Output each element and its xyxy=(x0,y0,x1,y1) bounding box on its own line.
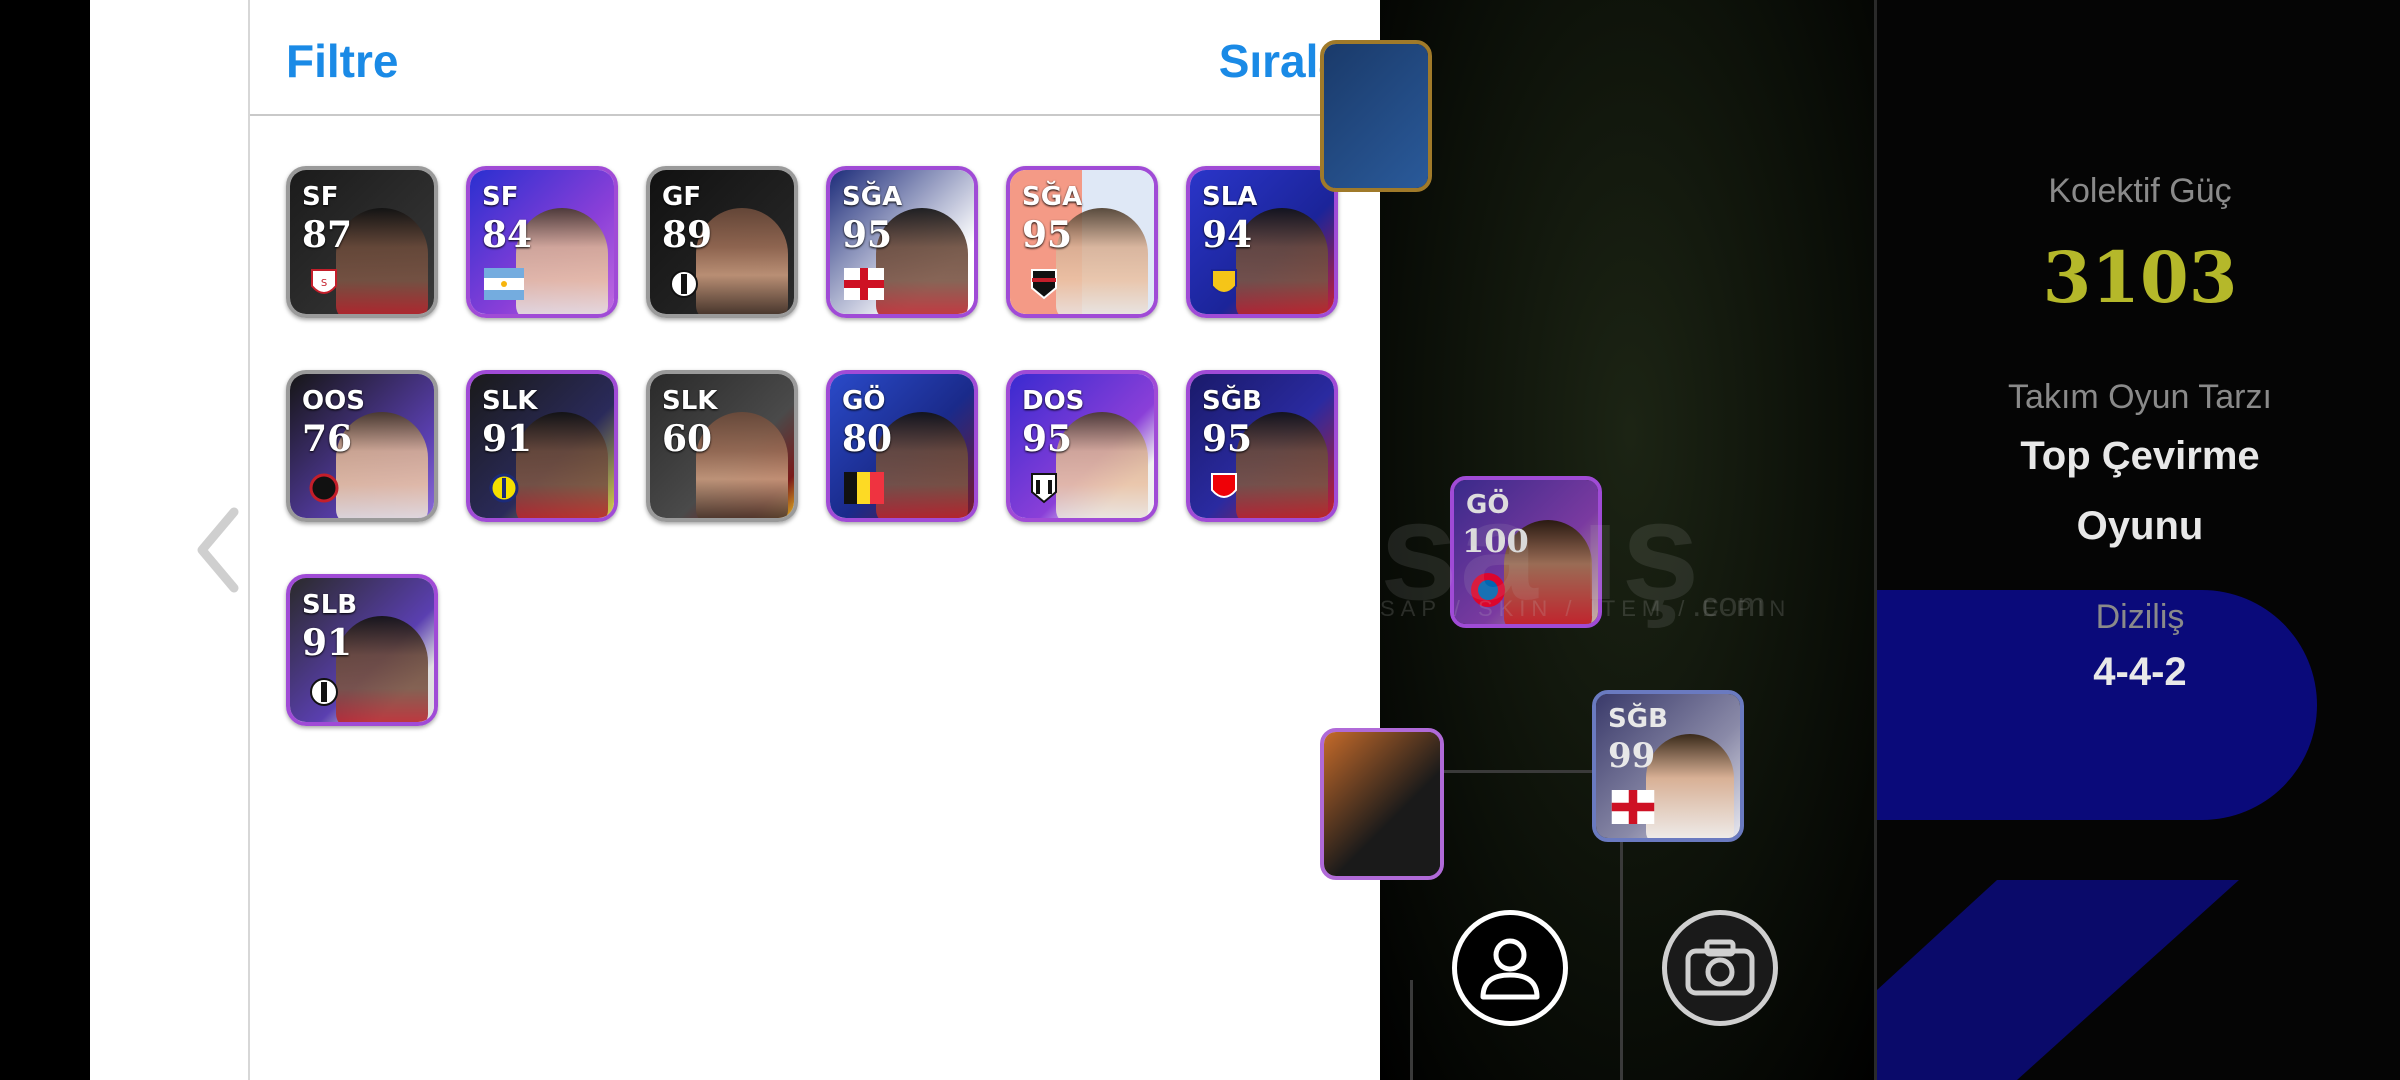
player-position: OOS xyxy=(302,386,365,416)
player-position: SĞA xyxy=(842,182,903,212)
player-position: GÖ xyxy=(842,386,886,416)
camera-icon xyxy=(1685,939,1755,996)
argentina-flag-icon xyxy=(484,268,524,300)
player-card[interactable]: SLK 60 xyxy=(646,370,798,522)
belgium-flag-icon xyxy=(844,472,884,504)
player-card[interactable]: GF 89 xyxy=(646,166,798,318)
player-card[interactable]: SLK 91 xyxy=(466,370,618,522)
team-style-value-line2: Oyunu xyxy=(2076,504,2204,548)
decorative-stripe xyxy=(1877,880,2239,1080)
player-rating: 94 xyxy=(1202,214,1253,256)
player-rating: 87 xyxy=(302,214,353,256)
person-icon xyxy=(1480,938,1540,1000)
club-crest-icon xyxy=(670,270,698,298)
player-position: SĞB xyxy=(1202,386,1262,416)
player-rating: 95 xyxy=(1022,418,1073,460)
player-rating: 95 xyxy=(1202,418,1253,460)
club-crest-icon xyxy=(1031,269,1057,300)
player-profile-button[interactable] xyxy=(1452,910,1568,1026)
left-bar xyxy=(0,0,90,1080)
field-player-card[interactable] xyxy=(1320,40,1432,192)
player-rating: 80 xyxy=(842,418,893,460)
panel-side-strip xyxy=(90,0,250,1080)
player-rating: 60 xyxy=(662,418,713,460)
club-crest-icon xyxy=(1211,473,1237,498)
collective-power-label: Kolektif Güç xyxy=(2048,172,2232,210)
player-card[interactable]: DOS 95 xyxy=(1006,370,1158,522)
england-flag-icon xyxy=(844,268,884,300)
player-card[interactable]: SF 84 xyxy=(466,166,618,318)
player-rating: 95 xyxy=(1022,214,1073,256)
svg-text:S: S xyxy=(321,278,327,289)
player-card[interactable]: SLA 94 xyxy=(1186,166,1338,318)
team-stats-panel: Kolektif Güç 3103 Takım Oyun Tarzı Top Ç… xyxy=(1874,0,2400,1080)
filter-button[interactable]: Filtre xyxy=(286,34,398,88)
formation-label: Diziliş xyxy=(2095,598,2185,636)
england-flag-icon xyxy=(1611,790,1655,824)
player-position: SF xyxy=(482,182,519,212)
player-card[interactable]: SF 87 S xyxy=(286,166,438,318)
player-position: SLA xyxy=(1202,182,1258,212)
player-list-panel: Filtre Sırala SF 87 S SF 84 GF 89 SĞA 95… xyxy=(90,0,1380,1080)
player-rating: 84 xyxy=(482,214,533,256)
player-rating: 76 xyxy=(302,418,353,460)
player-position: SLB xyxy=(302,590,358,620)
player-card[interactable]: SĞA 95 xyxy=(826,166,978,318)
player-rating: 89 xyxy=(662,214,713,256)
player-position: SF xyxy=(302,182,339,212)
club-crest-icon xyxy=(310,678,338,706)
team-style-value: Top Çevirme xyxy=(2020,434,2260,478)
screenshot-button[interactable] xyxy=(1662,910,1778,1026)
collective-power-value: 3103 xyxy=(2042,236,2238,319)
field-player-card[interactable] xyxy=(1320,728,1444,880)
panel-header: Filtre Sırala xyxy=(250,0,1380,116)
player-position: SĞB xyxy=(1608,704,1668,734)
club-crest-icon xyxy=(489,473,519,503)
player-rating: 99 xyxy=(1608,736,1656,776)
club-crest-icon xyxy=(309,473,339,503)
chevron-left-icon[interactable] xyxy=(188,500,248,600)
player-rating: 91 xyxy=(302,622,353,664)
player-card[interactable]: OOS 76 xyxy=(286,370,438,522)
club-crest-icon xyxy=(1031,473,1057,504)
player-position: DOS xyxy=(1022,386,1085,416)
formation-value[interactable]: 4-4-2 xyxy=(1877,650,2400,695)
player-card[interactable]: SLB 91 xyxy=(286,574,438,726)
player-position: SĞA xyxy=(1022,182,1083,212)
watermark-domain: .com xyxy=(1692,586,1766,624)
pitch-line xyxy=(1410,980,1413,1080)
team-style-label: Takım Oyun Tarzı xyxy=(2008,378,2272,416)
player-card[interactable]: SĞB 95 xyxy=(1186,370,1338,522)
player-position: SLK xyxy=(482,386,538,416)
player-position: SLK xyxy=(662,386,718,416)
player-position: GF xyxy=(662,182,702,212)
club-crest-icon: S xyxy=(311,269,337,294)
club-crest-icon xyxy=(1211,269,1237,294)
player-rating: 95 xyxy=(842,214,893,256)
player-card[interactable]: SĞA 95 xyxy=(1006,166,1158,318)
player-rating: 91 xyxy=(482,418,533,460)
player-card[interactable]: GÖ 80 xyxy=(826,370,978,522)
field-player-card[interactable]: SĞB 99 xyxy=(1592,690,1744,842)
